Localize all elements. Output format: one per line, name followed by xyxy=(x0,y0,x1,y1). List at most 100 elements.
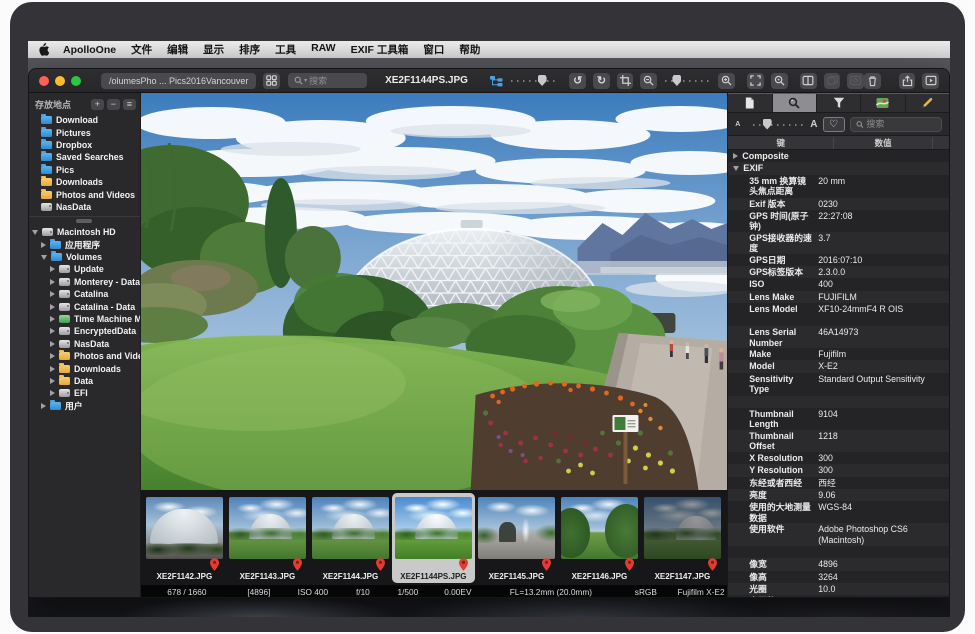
tab-document[interactable] xyxy=(728,94,772,112)
menu-item[interactable]: 显示 xyxy=(203,42,224,57)
exif-row[interactable]: Lens MakeFUJIFILM xyxy=(728,291,949,303)
tab-filter[interactable] xyxy=(817,94,861,112)
apple-menu[interactable] xyxy=(38,43,49,56)
place-item[interactable]: Downloads xyxy=(29,176,140,188)
splitter-handle[interactable] xyxy=(76,219,92,223)
exif-row[interactable]: GPS 时间(原子钟)22:27:08 xyxy=(728,210,949,232)
disclosure-right-icon[interactable] xyxy=(50,291,55,297)
tree-item[interactable]: Time Machine M xyxy=(29,313,140,325)
compare-button[interactable] xyxy=(824,73,841,89)
disclosure-right-icon[interactable] xyxy=(50,279,55,285)
menu-item[interactable]: 文件 xyxy=(131,42,152,57)
menu-item[interactable]: 帮助 xyxy=(459,42,480,57)
favorite-button[interactable]: ♡ xyxy=(823,117,845,132)
exif-row[interactable]: ModelX-E2 xyxy=(728,360,949,372)
tree-item[interactable]: Photos and Vide xyxy=(29,350,140,362)
rotate-cw-button[interactable]: ↻ xyxy=(593,73,610,89)
disclosure-right-icon[interactable] xyxy=(50,378,55,384)
zoom-slider[interactable] xyxy=(665,75,711,86)
disclosure-right-icon[interactable] xyxy=(50,266,55,272)
metadata-search[interactable] xyxy=(850,117,942,132)
slider-thumb[interactable] xyxy=(538,75,547,86)
thumbnail[interactable]: XE2F1145.JPG xyxy=(475,493,558,583)
disclosure-right-icon[interactable] xyxy=(50,390,55,396)
add-place-button[interactable]: + xyxy=(91,99,104,110)
disclosure-right-icon[interactable] xyxy=(41,242,46,248)
exif-row[interactable]: Y Resolution300 xyxy=(728,464,949,476)
exif-row[interactable]: Sensitivity TypeStandard Output Sensitiv… xyxy=(728,373,949,396)
tree-item[interactable]: Monterey - Data xyxy=(29,276,140,288)
metadata-search-input[interactable] xyxy=(866,119,936,129)
disclosure-down-icon[interactable] xyxy=(41,255,47,260)
disclosure-right-icon[interactable] xyxy=(50,316,55,322)
rotate-ccw-button[interactable]: ↺ xyxy=(569,73,586,89)
zoom-in-button[interactable] xyxy=(718,73,735,89)
close-button[interactable] xyxy=(39,76,49,86)
exif-row[interactable]: Exif 版本0230 xyxy=(728,198,949,210)
menu-item[interactable]: 工具 xyxy=(275,42,296,57)
fullscreen-button[interactable] xyxy=(71,76,81,86)
menu-item-app[interactable]: ApolloOne xyxy=(63,44,116,56)
disclosure-right-icon[interactable] xyxy=(50,328,55,334)
menu-item[interactable]: EXIF 工具箱 xyxy=(351,42,409,57)
tree-item[interactable]: Update xyxy=(29,263,140,275)
thumbnail[interactable]: XE2F1147.JPG xyxy=(641,493,724,583)
zoom-out-button[interactable] xyxy=(640,73,657,89)
slider-thumb[interactable] xyxy=(763,119,772,130)
exif-row[interactable]: 光圈10.0 xyxy=(728,583,949,595)
slideshow-play-button[interactable] xyxy=(922,73,939,89)
tab-edit[interactable] xyxy=(906,94,949,112)
tree-item[interactable]: EncryptedData xyxy=(29,325,140,337)
minimize-button[interactable] xyxy=(55,76,65,86)
disclosure-right-icon[interactable] xyxy=(50,304,55,310)
place-item[interactable]: Saved Searches xyxy=(29,151,140,163)
folder-tree-icon[interactable] xyxy=(490,75,503,87)
exif-row[interactable]: Lens ModelXF10-24mmF4 R OIS xyxy=(728,303,949,326)
thumbnail-size-slider[interactable] xyxy=(511,75,557,86)
exif-row[interactable]: 东经或者西经西经 xyxy=(728,477,949,489)
tree-item[interactable]: Downloads xyxy=(29,362,140,374)
tree-item[interactable]: Macintosh HD xyxy=(29,226,140,238)
exif-row[interactable]: 像高3264 xyxy=(728,571,949,583)
place-item[interactable]: NasData xyxy=(29,201,140,213)
tree-item[interactable]: NasData xyxy=(29,338,140,350)
key-column-header[interactable]: 键 xyxy=(728,137,834,149)
slideshow-options-button[interactable] xyxy=(847,73,864,89)
tree-item[interactable]: Catalina - Data xyxy=(29,300,140,312)
place-item[interactable]: Photos and Videos xyxy=(29,188,140,200)
place-item[interactable]: Pictures xyxy=(29,126,140,138)
exif-group[interactable]: Composite xyxy=(728,150,949,162)
disclosure-right-icon[interactable] xyxy=(733,153,738,159)
exif-row[interactable]: GPS接收器的速度3.7 xyxy=(728,232,949,254)
exif-row[interactable]: 使用的大地测量数据WGS-84 xyxy=(728,501,949,523)
exif-group[interactable]: EXIF xyxy=(728,162,949,174)
place-item[interactable]: Download xyxy=(29,114,140,126)
disclosure-right-icon[interactable] xyxy=(50,353,55,359)
path-button[interactable]: /olumesPho ... Pics2016Vancouver xyxy=(101,73,256,89)
disclosure-down-icon[interactable] xyxy=(733,166,739,171)
tree-item[interactable]: Volumes xyxy=(29,251,140,263)
tree-item[interactable]: 用户 xyxy=(29,400,140,412)
list-options-button[interactable]: ≡ xyxy=(123,99,136,110)
crop-button[interactable] xyxy=(617,73,634,89)
tab-search[interactable] xyxy=(773,94,817,112)
place-item[interactable]: Dropbox xyxy=(29,139,140,151)
tab-map[interactable] xyxy=(861,94,905,112)
exif-row[interactable]: 光圈数10.0 xyxy=(728,595,949,598)
thumbnail[interactable]: XE2F1146.JPG xyxy=(558,493,641,583)
search-input[interactable] xyxy=(309,76,361,86)
sidebar-splitter[interactable] xyxy=(29,216,140,224)
exif-row[interactable]: GPS标签版本2.3.0.0 xyxy=(728,266,949,278)
place-item[interactable]: Pics xyxy=(29,164,140,176)
exif-row[interactable]: 使用软件Adobe Photoshop CS6 (Macintosh) xyxy=(728,523,949,546)
value-column-header[interactable]: 数值 xyxy=(834,137,933,149)
fit-screen-button[interactable] xyxy=(747,73,764,89)
split-view-button[interactable] xyxy=(800,73,817,89)
exif-row[interactable]: Thumbnail Length9104 xyxy=(728,408,949,430)
toolbar-search[interactable]: ▾ xyxy=(288,73,367,88)
grid-view-button[interactable] xyxy=(263,73,280,89)
thumbnail[interactable]: XE2F1143.JPG xyxy=(226,493,309,583)
actual-size-button[interactable] xyxy=(771,73,788,89)
menu-item[interactable]: 排序 xyxy=(239,42,260,57)
disclosure-down-icon[interactable] xyxy=(32,230,38,235)
